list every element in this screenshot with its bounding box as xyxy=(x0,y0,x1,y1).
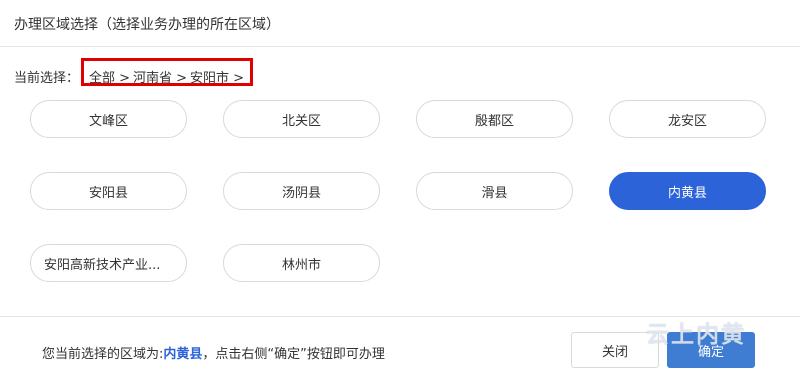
region-button[interactable]: 安阳高新技术产业... xyxy=(30,244,187,282)
breadcrumb-item-city[interactable]: 安阳市 > xyxy=(190,67,244,86)
region-button[interactable]: 安阳县 xyxy=(30,172,187,210)
breadcrumb-label: 当前选择： xyxy=(14,71,80,86)
selection-summary: 您当前选择的区域为:内黄县，点击右侧“确定”按钮即可办理 xyxy=(42,343,385,362)
region-button[interactable]: 龙安区 xyxy=(609,100,766,138)
region-button[interactable]: 林州市 xyxy=(223,244,380,282)
dialog-title: 办理区域选择（选择业务办理的所在区域） xyxy=(14,17,280,33)
breadcrumb-item-all[interactable]: 全部 > xyxy=(89,67,130,86)
region-button[interactable]: 文峰区 xyxy=(30,100,187,138)
region-button[interactable]: 北关区 xyxy=(223,100,380,138)
region-button[interactable]: 滑县 xyxy=(416,172,573,210)
dialog-header: 办理区域选择（选择业务办理的所在区域） xyxy=(0,0,800,47)
selection-summary-suffix: ，点击右侧“确定”按钮即可办理 xyxy=(202,347,385,362)
region-button[interactable]: 殷都区 xyxy=(416,100,573,138)
selected-region-name: 内黄县 xyxy=(163,347,203,362)
region-button-selected[interactable]: 内黄县 xyxy=(609,172,766,210)
region-button[interactable]: 汤阴县 xyxy=(223,172,380,210)
selection-summary-prefix: 您当前选择的区域为: xyxy=(42,347,164,362)
watermark-logo: 云上内黄 xyxy=(646,322,746,348)
breadcrumb-item-province[interactable]: 河南省 > xyxy=(133,67,187,86)
